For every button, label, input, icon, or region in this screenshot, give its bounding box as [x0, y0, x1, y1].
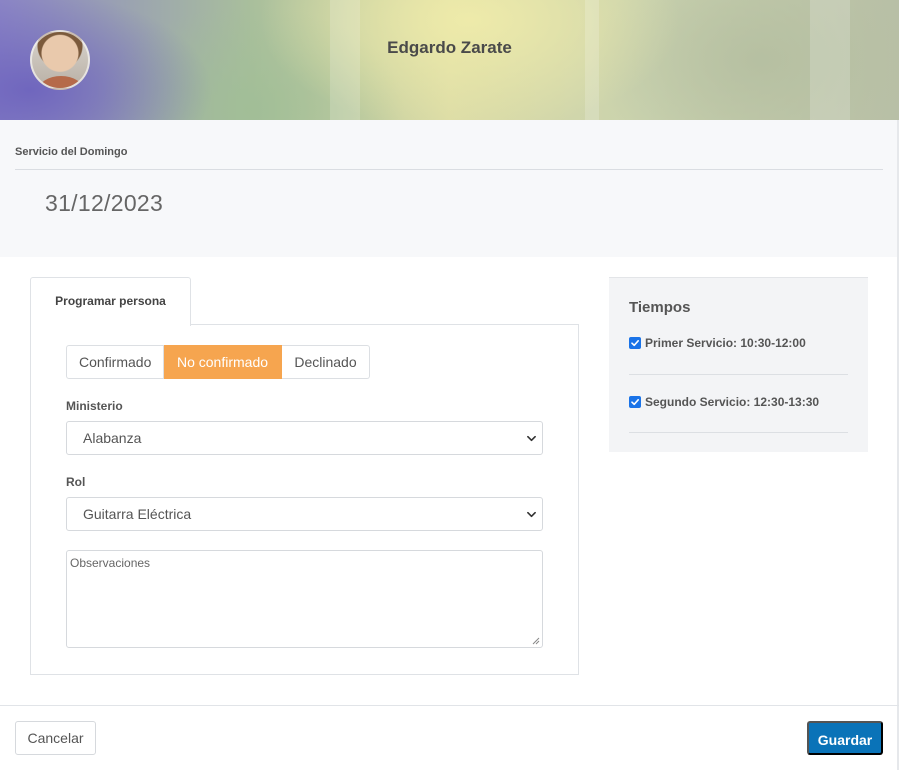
time-item-primer-servicio[interactable]: Primer Servicio: 10:30-12:00 [629, 336, 848, 350]
resize-grip-icon[interactable] [532, 637, 540, 645]
status-no-confirmado-button[interactable]: No confirmado [164, 345, 282, 379]
time-item-label: Segundo Servicio: 12:30-13:30 [645, 395, 820, 409]
rol-label: Rol [66, 475, 86, 489]
ministerio-label: Ministerio [66, 399, 123, 413]
time-item-segundo-servicio[interactable]: Segundo Servicio: 12:30-13:30 [629, 395, 848, 409]
rol-select[interactable]: Guitarra Eléctrica [66, 497, 543, 531]
ministerio-select-value: Alabanza [83, 430, 142, 446]
time-item-label: Primer Servicio: 10:30-12:00 [645, 336, 806, 350]
footer-divider [0, 705, 899, 706]
chevron-down-icon [527, 435, 536, 442]
chevron-down-icon [527, 511, 536, 518]
cancel-button[interactable]: Cancelar [15, 721, 96, 755]
banner-decoration [585, 0, 599, 120]
rol-select-value: Guitarra Eléctrica [83, 506, 192, 522]
time-divider [629, 374, 848, 375]
status-confirmado-button[interactable]: Confirmado [66, 345, 164, 379]
save-button[interactable]: Guardar [807, 721, 883, 755]
profile-banner: Edgardo Zarate [0, 0, 899, 120]
observaciones-placeholder: Observaciones [70, 556, 151, 570]
time-divider [629, 432, 848, 433]
checkbox-checked-icon[interactable] [629, 396, 641, 408]
tiempos-card: Tiempos Primer Servicio: 10:30-12:00 Seg… [609, 277, 868, 452]
ministerio-select[interactable]: Alabanza [66, 421, 543, 455]
event-divider [15, 169, 883, 170]
tiempos-title: Tiempos [629, 299, 691, 316]
banner-decoration [810, 0, 850, 120]
event-date: 31/12/2023 [45, 190, 164, 216]
tab-programar-persona[interactable]: Programar persona [30, 277, 191, 326]
event-title: Servicio del Domingo [15, 146, 128, 158]
avatar-shoulders [38, 76, 84, 88]
status-declinado-button[interactable]: Declinado [282, 345, 370, 379]
status-button-group: Confirmado No confirmado Declinado [66, 345, 370, 379]
checkbox-checked-icon[interactable] [629, 337, 641, 349]
person-name: Edgardo Zarate [387, 38, 512, 57]
observaciones-textarea[interactable]: Observaciones [66, 550, 543, 648]
event-info: Servicio del Domingo 31/12/2023 [0, 120, 899, 257]
banner-decoration [330, 0, 360, 120]
